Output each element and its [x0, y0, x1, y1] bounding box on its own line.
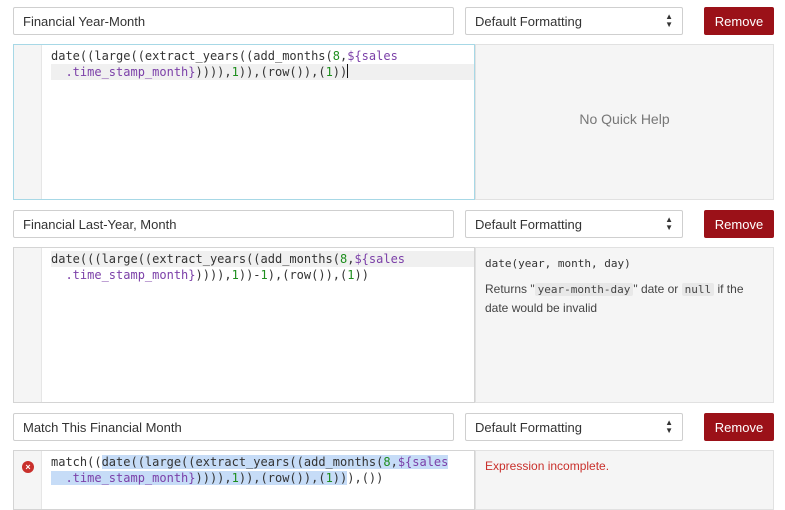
remove-button[interactable]: Remove: [704, 413, 774, 441]
editor-gutter: [14, 248, 42, 402]
editor-gutter: [14, 45, 42, 199]
function-description: Returns " year-month-day " date or null if…: [485, 282, 744, 315]
editor-gutter: ×: [14, 451, 42, 509]
select-arrows-icon: ▲ ▼: [665, 215, 673, 232]
formula-code[interactable]: match((date((large((extract_years((add_m…: [51, 454, 449, 486]
remove-button[interactable]: Remove: [704, 7, 774, 35]
format-select[interactable]: Default Formatting ▲ ▼: [465, 7, 683, 35]
text-caret: [347, 64, 349, 78]
formula-code[interactable]: date(((large((extract_years((add_months(…: [51, 251, 474, 283]
format-select[interactable]: Default Formatting ▲ ▼: [465, 413, 683, 441]
quick-help-panel: date(year, month, day) Returns " year-mon…: [475, 247, 774, 403]
select-arrows-icon: ▲ ▼: [665, 12, 673, 29]
formula-name-input[interactable]: [13, 7, 454, 35]
null-code: null: [681, 283, 715, 296]
function-signature: date(year, month, day): [485, 257, 631, 270]
select-arrows-icon: ▲ ▼: [665, 418, 673, 435]
quick-help-panel: No Quick Help: [475, 44, 774, 200]
remove-button[interactable]: Remove: [704, 210, 774, 238]
format-select[interactable]: Default Formatting ▲ ▼: [465, 210, 683, 238]
formula-editor[interactable]: date((large((extract_years((add_months(8…: [13, 44, 475, 200]
formula-editor[interactable]: date(((large((extract_years((add_months(…: [13, 247, 475, 403]
quick-help-empty-text: No Quick Help: [579, 111, 670, 127]
quick-help-panel: Expression incomplete.: [475, 450, 774, 510]
formula-code[interactable]: date((large((extract_years((add_months(8…: [51, 48, 474, 80]
formula-editor[interactable]: × match((date((large((extract_years((add…: [13, 450, 475, 510]
format-select-value: Default Formatting: [475, 419, 582, 435]
error-message: Expression incomplete.: [485, 459, 610, 473]
formula-name-input[interactable]: [13, 210, 454, 238]
formula-name-input[interactable]: [13, 413, 454, 441]
format-select-value: Default Formatting: [475, 13, 582, 29]
error-icon: ×: [22, 461, 34, 473]
return-format-code: year-month-day: [534, 283, 634, 296]
format-select-value: Default Formatting: [475, 216, 582, 232]
